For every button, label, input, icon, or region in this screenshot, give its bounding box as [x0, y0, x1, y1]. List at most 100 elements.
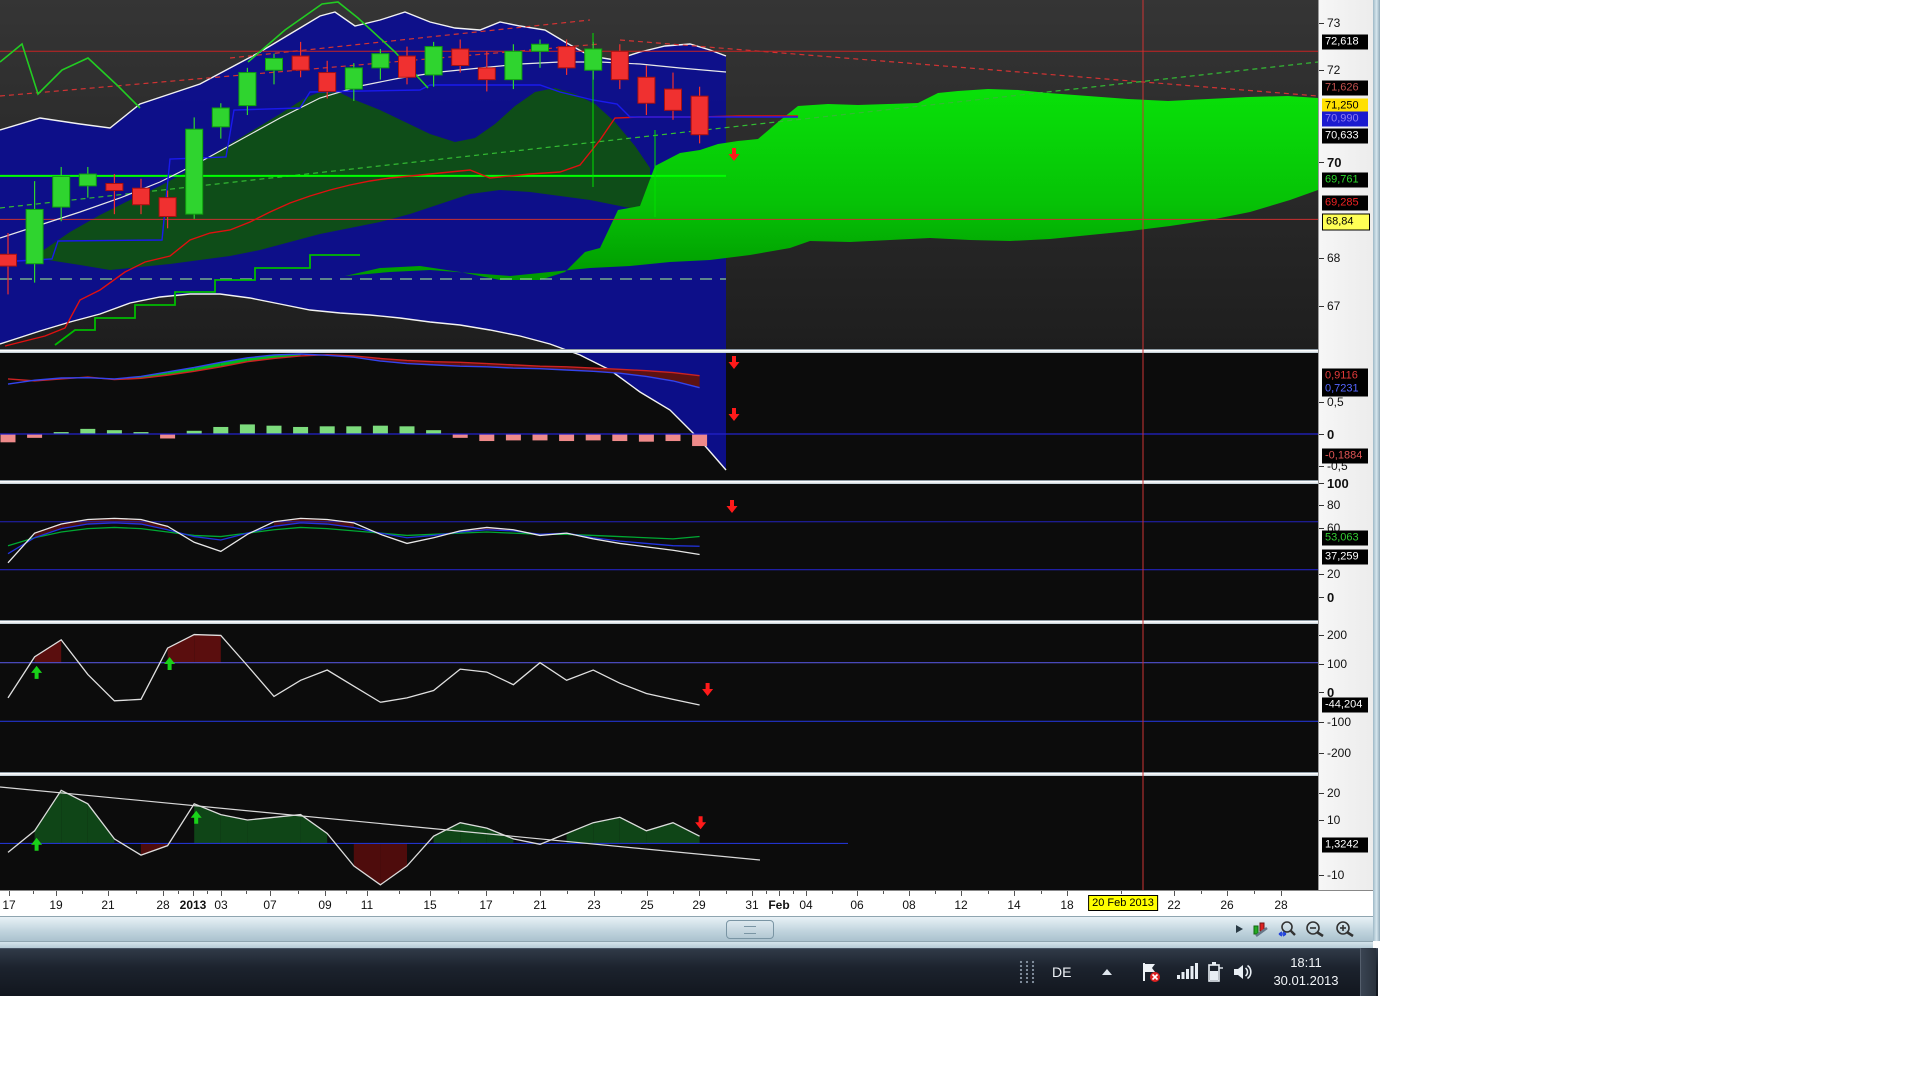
time-axis-minor-tick	[458, 891, 459, 894]
time-axis-tick	[193, 891, 194, 896]
time-axis-tick	[752, 891, 753, 896]
time-axis-minor-tick	[33, 891, 34, 894]
time-axis-label: 11	[361, 898, 373, 912]
time-axis-minor-tick	[832, 891, 833, 894]
price-value-label: -44,204	[1322, 698, 1368, 713]
time-axis-minor-tick	[82, 891, 83, 894]
price-scale[interactable]: 737270686772,61871,62671,25070,99070,633…	[1318, 0, 1374, 890]
chart-properties-button[interactable]	[1250, 919, 1272, 939]
chart-scrollbar[interactable]	[0, 916, 1373, 942]
time-axis[interactable]: 20 Feb 2013 1719212820130307091115172123…	[0, 890, 1373, 917]
time-axis-tick	[56, 891, 57, 896]
time-axis-minor-tick	[399, 891, 400, 894]
time-axis-tick	[9, 891, 10, 896]
time-axis-minor-tick	[793, 891, 794, 894]
action-center-button[interactable]	[1140, 948, 1162, 996]
show-hidden-icons-button[interactable]	[1100, 948, 1114, 996]
time-axis-tick	[163, 891, 164, 896]
language-indicator[interactable]: DE	[1052, 948, 1071, 996]
price-value-label: 70,990	[1322, 112, 1368, 127]
taskbar[interactable]: DE	[0, 948, 1378, 996]
time-axis-tick	[909, 891, 910, 896]
zoom-out-button[interactable]	[1304, 919, 1326, 939]
time-axis-tick	[325, 891, 326, 896]
time-axis-label: 06	[850, 898, 863, 912]
price-value-label: 70,633	[1322, 129, 1368, 144]
chart-canvas[interactable]	[0, 0, 1318, 890]
time-axis-minor-tick	[513, 891, 514, 894]
time-axis-label: 12	[954, 898, 967, 912]
clock-time: 18:11	[1258, 954, 1354, 972]
crosshair-date-label: 20 Feb 2013	[1088, 895, 1158, 911]
time-axis-minor-tick	[567, 891, 568, 894]
zoom-in-button[interactable]	[1334, 919, 1356, 939]
scroll-right-button[interactable]	[1228, 919, 1250, 939]
time-axis-label: 14	[1007, 898, 1020, 912]
time-axis-tick	[270, 891, 271, 896]
time-axis-label: 29	[692, 898, 705, 912]
price-value-label: 68,84	[1322, 214, 1370, 231]
time-axis-tick	[108, 891, 109, 896]
time-axis-minor-tick	[726, 891, 727, 894]
time-axis-minor-tick	[178, 891, 179, 894]
time-axis-label: 17	[2, 898, 15, 912]
time-axis-label: 03	[214, 898, 227, 912]
time-axis-label: 26	[1220, 898, 1233, 912]
time-axis-tick	[857, 891, 858, 896]
time-axis-tick	[1227, 891, 1228, 896]
volume-button[interactable]	[1232, 948, 1254, 996]
price-value-label: -0,1884	[1322, 449, 1368, 464]
time-axis-label: 21	[101, 898, 114, 912]
grip-dots-icon	[1018, 959, 1038, 985]
price-value-label: 69,761	[1322, 173, 1368, 188]
price-value-label: 0,7231	[1322, 382, 1368, 397]
time-axis-label: 19	[49, 898, 62, 912]
time-axis-tick	[806, 891, 807, 896]
time-axis-tick	[594, 891, 595, 896]
time-axis-minor-tick	[673, 891, 674, 894]
time-axis-label: 23	[587, 898, 600, 912]
time-axis-minor-tick	[883, 891, 884, 894]
clock-date: 30.01.2013	[1258, 972, 1354, 990]
time-axis-label: 18	[1060, 898, 1073, 912]
time-axis-tick	[486, 891, 487, 896]
time-axis-label: 2013	[180, 898, 207, 912]
time-axis-tick	[647, 891, 648, 896]
time-axis-tick	[1014, 891, 1015, 896]
time-axis-label: 15	[423, 898, 436, 912]
time-axis-tick	[1067, 891, 1068, 896]
zoom-range-button[interactable]	[1276, 919, 1298, 939]
time-axis-label: 22	[1167, 898, 1180, 912]
clock[interactable]: 18:11 30.01.2013	[1258, 954, 1354, 1002]
time-axis-tick	[961, 891, 962, 896]
time-axis-minor-tick	[935, 891, 936, 894]
signal-bars-icon	[1176, 962, 1198, 982]
thumb-grip-icon	[744, 926, 756, 934]
zoom-in-icon	[1334, 920, 1356, 938]
scrollbar-thumb[interactable]	[726, 920, 774, 939]
price-value-label: 37,259	[1322, 550, 1368, 565]
play-icon	[1233, 923, 1245, 935]
time-axis-tick	[699, 891, 700, 896]
time-axis-label: 31	[745, 898, 758, 912]
time-axis-tick	[430, 891, 431, 896]
time-axis-minor-tick	[298, 891, 299, 894]
time-axis-minor-tick	[766, 891, 767, 894]
chart-plot-area[interactable]	[0, 0, 1318, 890]
time-axis-label: Feb	[768, 898, 789, 912]
time-axis-tick	[1281, 891, 1282, 896]
time-axis-label: 07	[263, 898, 276, 912]
zoom-range-icon	[1277, 920, 1297, 938]
time-axis-label: 09	[318, 898, 331, 912]
network-button[interactable]	[1176, 948, 1198, 996]
show-desktop-button[interactable]	[1360, 948, 1376, 996]
price-value-label: 1,3242	[1322, 838, 1368, 853]
tray-grip-icon[interactable]	[1018, 948, 1038, 996]
price-value-label: 69,285	[1322, 196, 1368, 211]
time-axis-minor-tick	[136, 891, 137, 894]
time-axis-tick	[540, 891, 541, 896]
time-axis-label: 25	[640, 898, 653, 912]
time-axis-label: 04	[799, 898, 812, 912]
flag-x-icon	[1140, 961, 1162, 983]
power-button[interactable]	[1204, 948, 1224, 996]
